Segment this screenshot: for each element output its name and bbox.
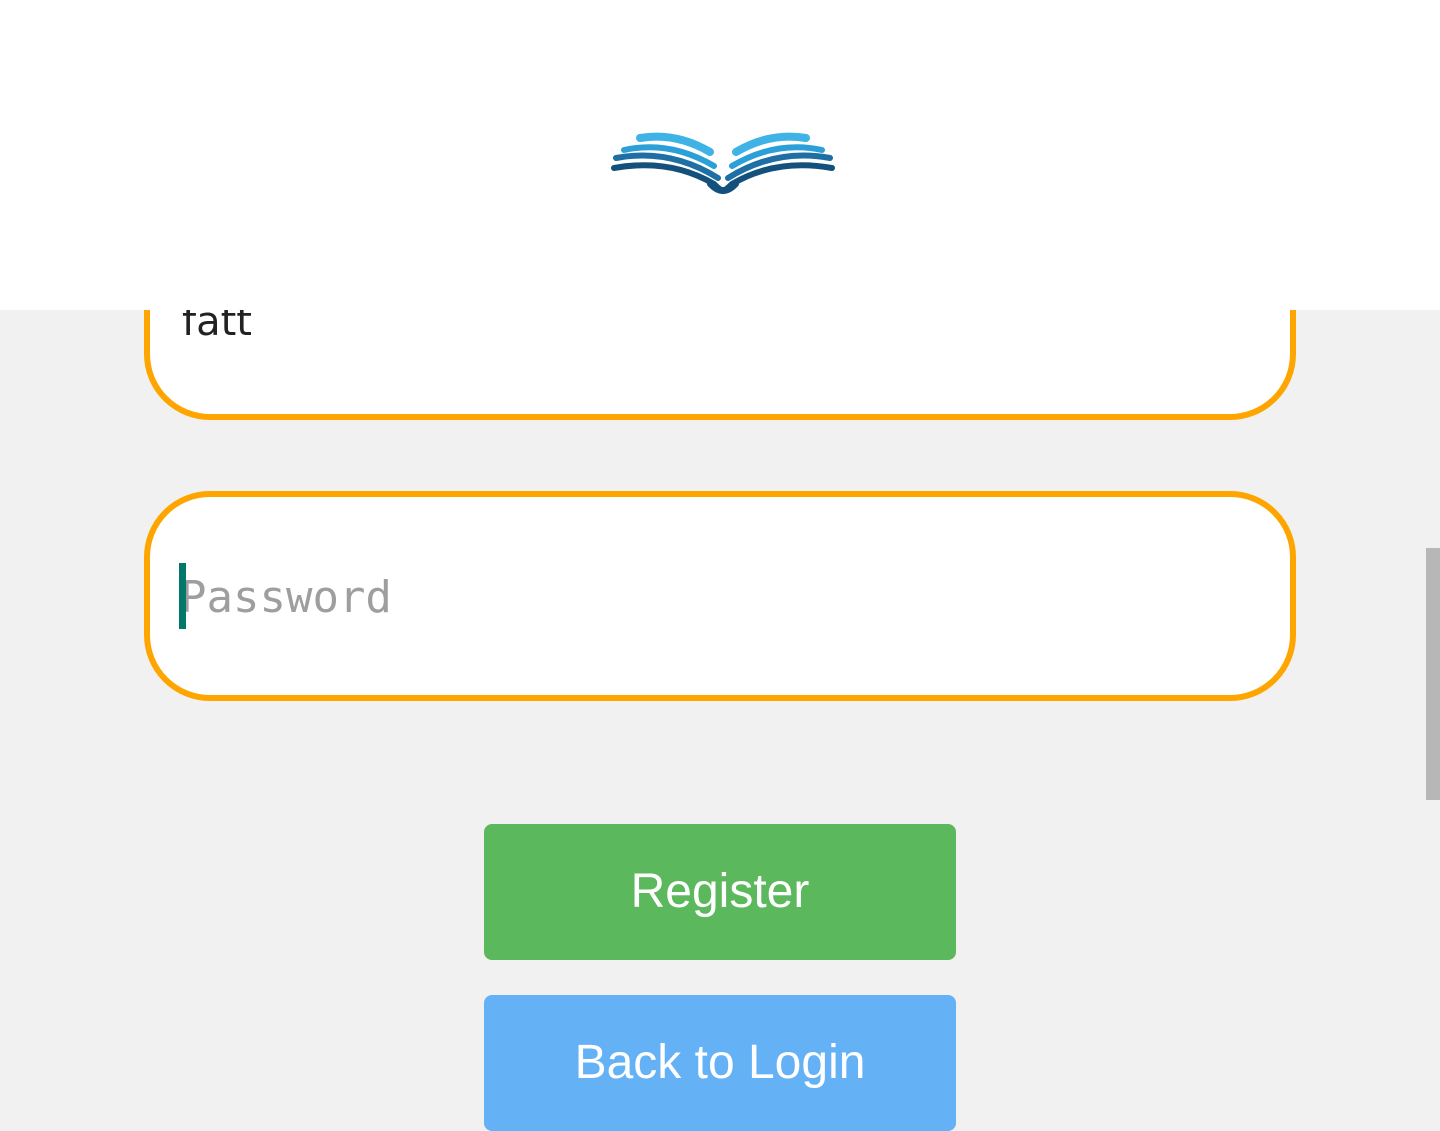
password-field[interactable] (144, 491, 1296, 701)
scrollbar-thumb[interactable] (1426, 548, 1440, 800)
password-input[interactable] (180, 557, 1260, 637)
app-header (0, 0, 1440, 310)
open-book-icon (611, 132, 835, 194)
back-to-login-button[interactable]: Back to Login (484, 995, 956, 1131)
register-button[interactable]: Register (484, 824, 956, 960)
text-caret (179, 563, 186, 629)
